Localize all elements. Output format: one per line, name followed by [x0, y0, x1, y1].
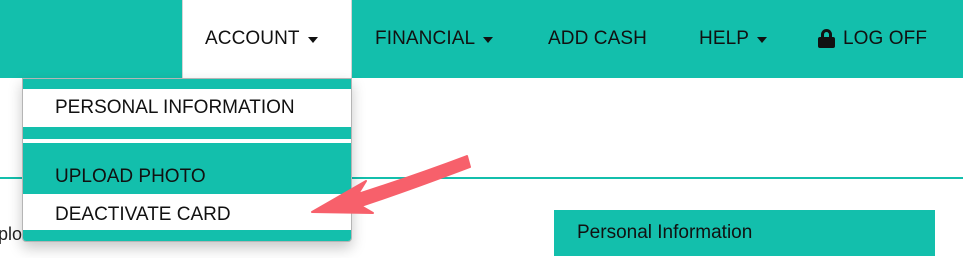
annotation-arrow — [311, 155, 471, 214]
